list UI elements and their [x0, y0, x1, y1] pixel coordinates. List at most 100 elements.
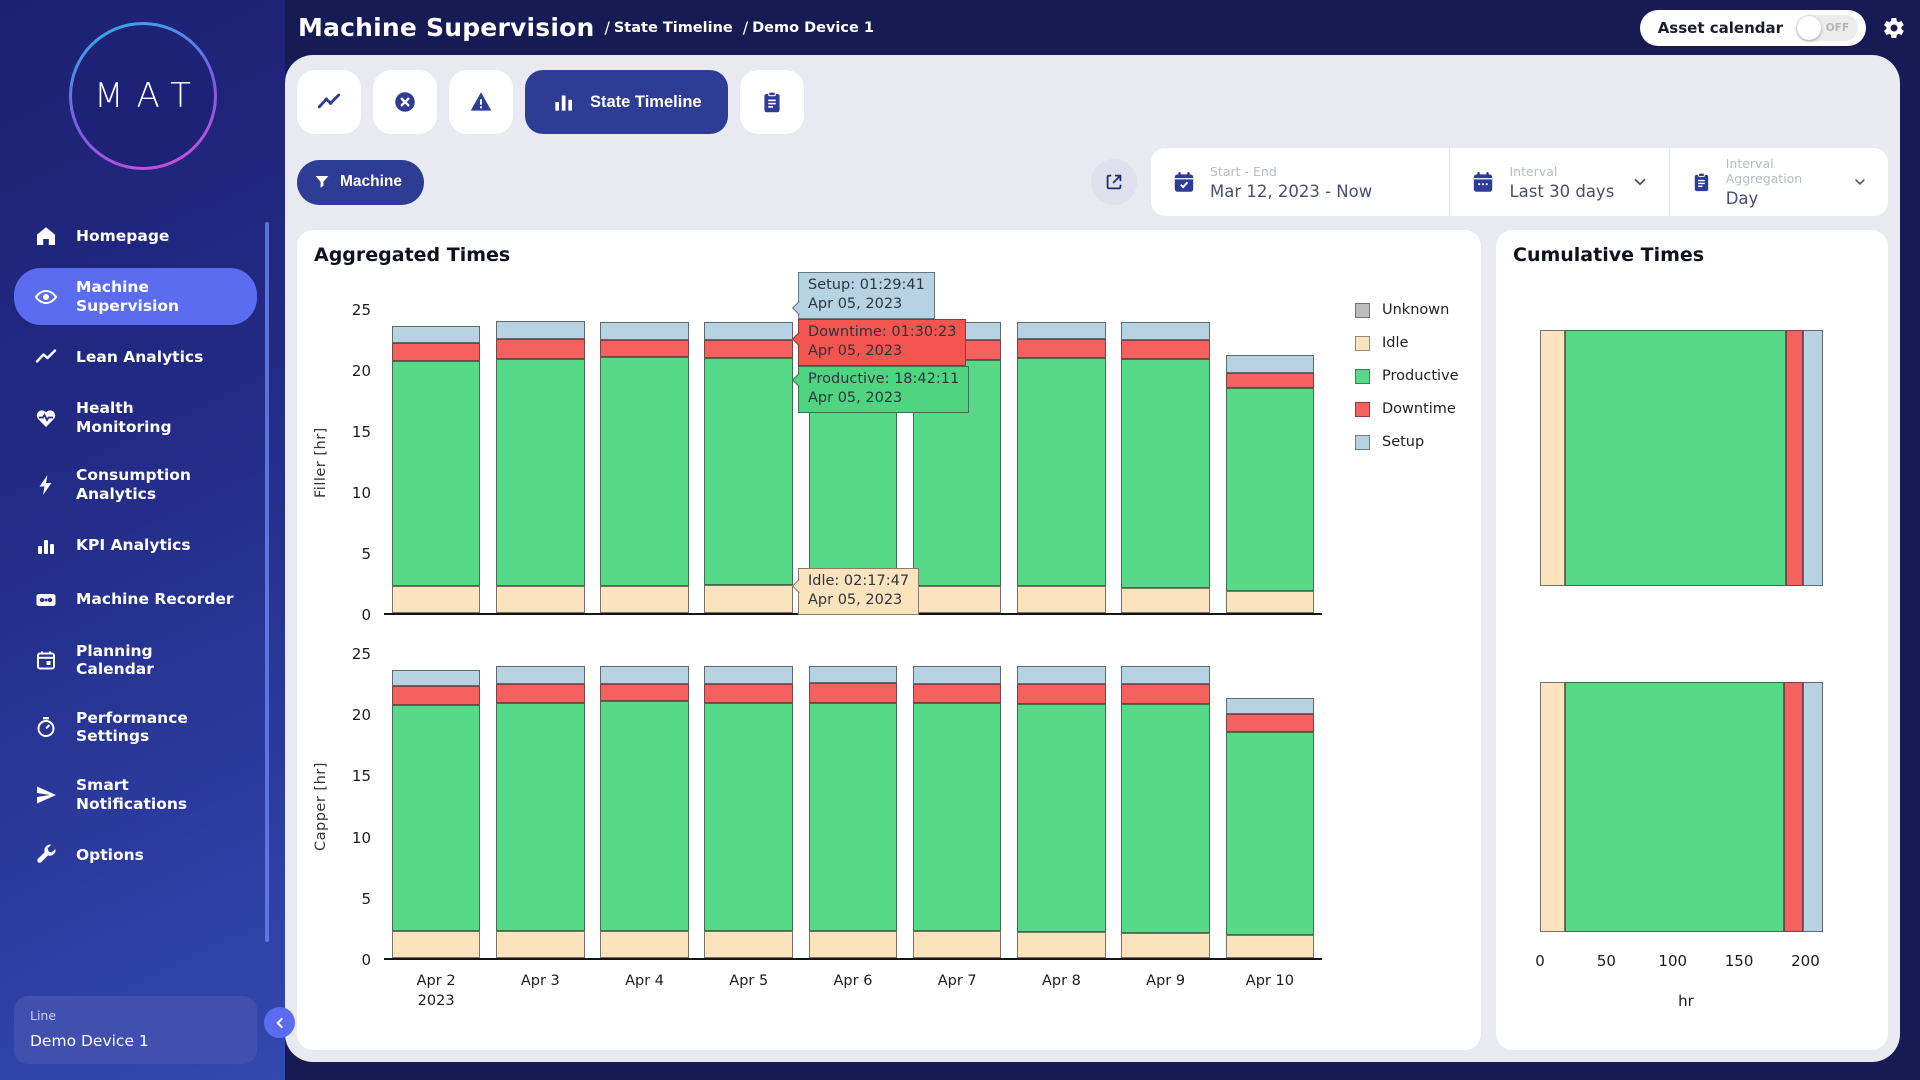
segment-setup[interactable] [1121, 322, 1210, 340]
sidebar-item-kpi-analytics[interactable]: KPI Analytics [14, 524, 257, 568]
segment-productive[interactable] [1226, 732, 1315, 935]
interval-select[interactable]: Interval Last 30 days [1450, 164, 1668, 201]
bar-apr-3[interactable] [488, 310, 592, 613]
machine-filter-button[interactable]: Machine [297, 160, 424, 205]
tab-trend[interactable] [297, 70, 361, 134]
segment-downtime[interactable] [600, 684, 689, 701]
sidebar-item-consumption-analytics[interactable]: Consumption Analytics [14, 456, 257, 513]
sidebar-item-health-monitoring[interactable]: Health Monitoring [14, 389, 257, 446]
segment-productive[interactable] [392, 361, 481, 586]
segment-idle[interactable] [1540, 682, 1565, 932]
segment-setup[interactable] [1121, 666, 1210, 684]
sidebar-item-machine-supervision[interactable]: Machine Supervision [14, 268, 257, 325]
bar-apr-9[interactable] [1114, 310, 1218, 613]
sidebar-item-smart-notifications[interactable]: Smart Notifications [14, 766, 257, 823]
segment-idle[interactable] [1121, 588, 1210, 613]
segment-productive[interactable] [913, 703, 1002, 932]
segment-downtime[interactable] [1226, 373, 1315, 388]
bar-apr-7[interactable] [905, 654, 1009, 958]
export-button[interactable] [1091, 159, 1137, 205]
segment-idle[interactable] [1121, 933, 1210, 958]
legend-item-unknown[interactable]: Unknown [1355, 302, 1459, 318]
segment-productive[interactable] [809, 703, 898, 931]
segment-downtime[interactable] [392, 343, 481, 361]
segment-downtime[interactable] [1784, 682, 1803, 932]
segment-productive[interactable] [1226, 388, 1315, 592]
segment-idle[interactable] [704, 931, 793, 958]
segment-idle[interactable] [1226, 591, 1315, 613]
sidebar-item-options[interactable]: Options [14, 833, 257, 877]
segment-setup[interactable] [392, 670, 481, 686]
bar-apr-3[interactable] [488, 654, 592, 958]
sidebar-item-machine-recorder[interactable]: Machine Recorder [14, 578, 257, 622]
tab-alarms[interactable] [449, 70, 513, 134]
segment-idle[interactable] [1017, 586, 1106, 613]
segment-setup[interactable] [392, 326, 481, 343]
segment-idle[interactable] [1540, 330, 1565, 586]
breadcrumb-device[interactable]: Demo Device 1 [752, 20, 874, 36]
segment-setup[interactable] [913, 666, 1002, 684]
segment-setup[interactable] [704, 322, 793, 340]
segment-downtime[interactable] [1786, 330, 1803, 586]
bar-apr-9[interactable] [1114, 654, 1218, 958]
segment-productive[interactable] [1017, 704, 1106, 932]
segment-productive[interactable] [600, 357, 689, 586]
segment-productive[interactable] [1565, 682, 1784, 932]
segment-setup[interactable] [1226, 355, 1315, 373]
sidebar-scrollbar[interactable] [265, 222, 269, 942]
segment-downtime[interactable] [1121, 340, 1210, 358]
bar-apr-6[interactable] [801, 654, 905, 958]
segment-productive[interactable] [1121, 359, 1210, 588]
legend-item-setup[interactable]: Setup [1355, 434, 1459, 450]
sidebar-collapse-button[interactable] [264, 1007, 295, 1038]
segment-idle[interactable] [913, 586, 1002, 613]
segment-downtime[interactable] [809, 683, 898, 702]
aggregation-select[interactable]: Interval Aggregation Day [1670, 156, 1888, 208]
segment-productive[interactable] [392, 705, 481, 931]
bar-apr-4[interactable] [592, 654, 696, 958]
segment-idle[interactable] [496, 586, 585, 613]
segment-downtime[interactable] [704, 340, 793, 358]
legend-item-idle[interactable]: Idle [1355, 335, 1459, 351]
segment-productive[interactable] [496, 703, 585, 932]
bar-apr-8[interactable] [1009, 654, 1113, 958]
segment-setup[interactable] [1017, 666, 1106, 684]
segment-productive[interactable] [1565, 330, 1785, 586]
segment-downtime[interactable] [600, 340, 689, 357]
sidebar-item-planning-calendar[interactable]: Planning Calendar [14, 632, 257, 689]
toggle-switch[interactable]: OFF [1796, 15, 1858, 41]
bar-apr-10[interactable] [1218, 654, 1322, 958]
segment-downtime[interactable] [1226, 714, 1315, 732]
segment-idle[interactable] [704, 585, 793, 613]
segment-setup[interactable] [600, 666, 689, 684]
segment-setup[interactable] [600, 322, 689, 340]
tab-stops[interactable] [373, 70, 437, 134]
segment-setup[interactable] [1803, 682, 1823, 932]
segment-productive[interactable] [1121, 704, 1210, 933]
segment-productive[interactable] [704, 358, 793, 585]
segment-downtime[interactable] [496, 339, 585, 358]
segment-idle[interactable] [1226, 935, 1315, 958]
sidebar-item-homepage[interactable]: Homepage [14, 214, 257, 258]
segment-productive[interactable] [600, 701, 689, 931]
segment-downtime[interactable] [1121, 684, 1210, 703]
sidebar-item-performance-settings[interactable]: Performance Settings [14, 699, 257, 756]
date-range-picker[interactable]: Start - End Mar 12, 2023 - Now [1151, 164, 1449, 201]
segment-productive[interactable] [496, 359, 585, 587]
segment-downtime[interactable] [1017, 339, 1106, 358]
segment-downtime[interactable] [392, 686, 481, 705]
bar-apr-5[interactable] [697, 310, 801, 613]
asset-calendar-toggle[interactable]: Asset calendar OFF [1640, 10, 1866, 46]
bar-apr-8[interactable] [1009, 310, 1113, 613]
bar-apr-10[interactable] [1218, 310, 1322, 613]
segment-setup[interactable] [1226, 698, 1315, 714]
segment-downtime[interactable] [1017, 684, 1106, 703]
segment-downtime[interactable] [913, 684, 1002, 702]
breadcrumb-state-timeline[interactable]: State Timeline [614, 20, 733, 36]
sidebar-item-lean-analytics[interactable]: Lean Analytics [14, 335, 257, 379]
segment-idle[interactable] [1017, 932, 1106, 958]
bar-apr-5[interactable] [697, 654, 801, 958]
segment-downtime[interactable] [704, 684, 793, 702]
segment-idle[interactable] [392, 586, 481, 613]
segment-setup[interactable] [496, 666, 585, 684]
